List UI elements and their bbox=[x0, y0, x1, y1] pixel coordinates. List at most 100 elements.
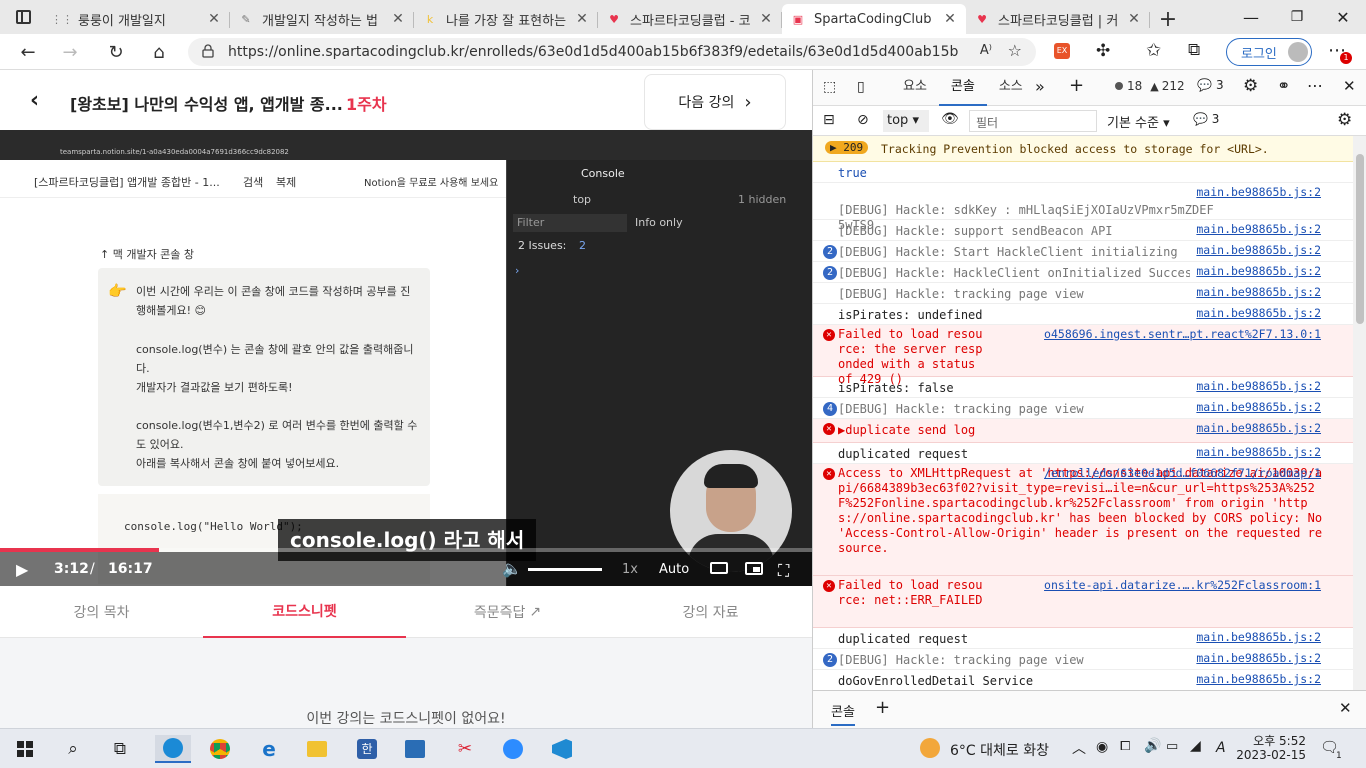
add-tab-icon[interactable]: + bbox=[1069, 75, 1084, 96]
device-icon[interactable]: ▯ bbox=[857, 79, 865, 95]
clock-time[interactable]: 오후 5:52 bbox=[1236, 732, 1306, 749]
pip-icon[interactable] bbox=[745, 562, 763, 575]
drawer-console-tab[interactable]: 콘솔 bbox=[831, 701, 855, 726]
ime-indicator[interactable]: A bbox=[1216, 740, 1226, 756]
console-message[interactable]: ✕ Access to XMLHttpRequest at 'https://on… bbox=[813, 464, 1353, 576]
lecture-tab[interactable]: 강의 자료 bbox=[609, 586, 812, 638]
home-icon[interactable]: ⌂ bbox=[145, 40, 173, 64]
console-message[interactable]: ✕ ▶duplicate send log main.be98865b.js:2 bbox=[813, 419, 1353, 443]
vscode-icon[interactable] bbox=[547, 735, 577, 763]
console-source-link[interactable]: main.be98865b.js:2 bbox=[1196, 445, 1321, 459]
console-source-link[interactable]: onsite-api.datarize.….kr%252Fclassroom:1 bbox=[1044, 578, 1321, 592]
console-message[interactable]: ✕ Failed to load resource: the server res… bbox=[813, 325, 1353, 386]
volume-tray-icon[interactable]: 🔊 bbox=[1144, 738, 1161, 754]
console-message[interactable]: [DEBUG] Hackle: tracking page view main.b… bbox=[813, 283, 1353, 304]
file-explorer-icon[interactable] bbox=[302, 735, 332, 763]
console-source-link[interactable]: o458696.ingest.sentr…pt.react%2F7.13.0:1 bbox=[1044, 327, 1321, 341]
devtools-more-icon[interactable]: ⋯ bbox=[1307, 76, 1323, 95]
favorite-add-icon[interactable]: ☆ bbox=[1008, 41, 1022, 60]
devtools-close-icon[interactable]: ✕ bbox=[1343, 77, 1356, 95]
console-message[interactable]: duplicated request main.be98865b.js:2 bbox=[813, 628, 1353, 649]
more-tabs-icon[interactable]: » bbox=[1035, 77, 1045, 96]
play-icon[interactable]: ▶ bbox=[16, 560, 28, 579]
next-lecture-button[interactable]: 다음 강의 › bbox=[644, 74, 786, 130]
speed-label[interactable]: 1x bbox=[622, 562, 638, 577]
login-button[interactable]: 로그인 bbox=[1226, 38, 1312, 66]
console-source-link[interactable]: main.be98865b.js:2 bbox=[1196, 243, 1321, 257]
browser-tab[interactable]: ✎ 개발일지 작성하는 법 ✕ bbox=[230, 4, 414, 34]
console-message[interactable]: isPirates: false main.be98865b.js:2 bbox=[813, 377, 1353, 398]
console-source-link[interactable]: main.be98865b.js:2 bbox=[1196, 222, 1321, 236]
puzzle-icon[interactable]: ✣ bbox=[1096, 41, 1110, 61]
tab-close-icon[interactable]: ✕ bbox=[206, 11, 222, 27]
new-tab-button[interactable]: + bbox=[1150, 4, 1186, 34]
sidebar-toggle-icon[interactable]: ⊟ bbox=[823, 112, 835, 128]
console-message[interactable]: 2 [DEBUG] Hackle: HackleClient onInitiali… bbox=[813, 262, 1353, 283]
devtools-tab[interactable]: 콘솔 bbox=[938, 70, 987, 106]
issue-counter[interactable]: 18 ▲ 212 bbox=[1115, 79, 1185, 93]
extension-icon[interactable]: EX bbox=[1054, 43, 1070, 59]
settings-gear-icon[interactable]: ⚙ bbox=[1243, 76, 1258, 96]
zoom-icon[interactable] bbox=[498, 735, 528, 763]
devtools-tab[interactable]: 요소 bbox=[891, 70, 939, 106]
task-view-icon[interactable]: ⧉ bbox=[105, 735, 135, 763]
live-expression-icon[interactable]: 👁 bbox=[941, 111, 959, 127]
video-player[interactable]: teamsparta.notion.site/1-a0a430eda0004a7… bbox=[0, 130, 812, 586]
console-source-link[interactable]: main.be98865b.js:2 bbox=[1196, 630, 1321, 644]
favorites-icon[interactable]: ✩ bbox=[1146, 40, 1161, 61]
console-source-link[interactable]: main.be98865b.js:2 bbox=[1196, 672, 1321, 686]
tab-close-icon[interactable]: ✕ bbox=[1126, 11, 1142, 27]
inspect-icon[interactable]: ⬚ bbox=[823, 79, 836, 95]
console-filter-input[interactable]: 필터 bbox=[969, 110, 1097, 132]
minimize-button[interactable]: — bbox=[1228, 0, 1274, 34]
console-source-link[interactable]: main.be98865b.js:2 bbox=[1196, 400, 1321, 414]
console-message[interactable]: 4 [DEBUG] Hackle: tracking page view main.… bbox=[813, 398, 1353, 419]
console-message[interactable]: doGovEnrolledDetail Service main.be98865b… bbox=[813, 670, 1353, 691]
console-source-link[interactable]: main.be98865b.js:2 bbox=[1196, 285, 1321, 299]
console-source-link[interactable]: main.be98865b.js:2 bbox=[1196, 264, 1321, 278]
browser-tab[interactable]: ♥ 스파르타코딩클럽 - 코 ✕ bbox=[598, 4, 782, 34]
lecture-tab[interactable]: 강의 목차 bbox=[0, 586, 203, 638]
tab-close-icon[interactable]: ✕ bbox=[758, 11, 774, 27]
console-message[interactable]: 2 [DEBUG] Hackle: tracking page view main.… bbox=[813, 649, 1353, 670]
collections-icon[interactable]: ⧉ bbox=[1188, 40, 1200, 60]
restore-button[interactable]: ❐ bbox=[1274, 0, 1320, 34]
drawer-add-icon[interactable]: + bbox=[875, 697, 890, 718]
tab-actions-icon[interactable] bbox=[0, 0, 46, 34]
customize-icon[interactable]: ⚭ bbox=[1277, 76, 1290, 95]
search-icon[interactable]: ⌕ bbox=[58, 735, 88, 763]
browser-tab[interactable]: ♥ 스파르타코딩클럽 | 커 ✕ bbox=[966, 4, 1150, 34]
console-message[interactable]: [DEBUG] Hackle: support sendBeacon API ma… bbox=[813, 220, 1353, 241]
tray-chevron-icon[interactable]: ︿ bbox=[1072, 738, 1086, 758]
fullscreen-icon[interactable]: ⛶ bbox=[778, 561, 789, 581]
log-level-select[interactable]: 기본 수준 ▾ bbox=[1107, 112, 1170, 131]
console-source-link[interactable]: /enrolleds/63e0d1d5d…f06682f71/roadmap:1 bbox=[1044, 466, 1321, 480]
context-select[interactable]: top ▾ bbox=[883, 110, 929, 132]
console-message[interactable]: ✕ Failed to load resource: net::ERR_FAILE… bbox=[813, 576, 1353, 628]
tab-close-icon[interactable]: ✕ bbox=[574, 11, 590, 27]
forward-icon[interactable]: → bbox=[56, 40, 84, 64]
quality-label[interactable]: Auto bbox=[659, 562, 689, 577]
lecture-tab[interactable]: 즉문즉답 ↗ bbox=[406, 586, 609, 638]
message-count-badge[interactable]: 💬 3 bbox=[1193, 112, 1219, 126]
console-message[interactable]: isPirates: undefined main.be98865b.js:2 bbox=[813, 304, 1353, 325]
back-arrow-icon[interactable]: ‹ bbox=[30, 88, 39, 113]
back-icon[interactable]: ← bbox=[14, 40, 42, 64]
console-scrollbar[interactable] bbox=[1353, 136, 1366, 690]
tab-close-icon[interactable]: ✕ bbox=[942, 11, 958, 27]
captions-icon[interactable] bbox=[710, 562, 728, 574]
chrome-icon[interactable] bbox=[205, 735, 235, 763]
browser-tab[interactable]: ⋮⋮ 룽룽이 개발일지 ✕ bbox=[46, 4, 230, 34]
ie-icon[interactable]: e bbox=[254, 735, 284, 763]
snipping-icon[interactable]: ✂ bbox=[450, 735, 480, 763]
tab-close-icon[interactable]: ✕ bbox=[390, 11, 406, 27]
console-message[interactable]: duplicated request main.be98865b.js:2 bbox=[813, 443, 1353, 464]
drawer-close-icon[interactable]: ✕ bbox=[1339, 699, 1352, 717]
console-source-link[interactable]: main.be98865b.js:2 bbox=[1196, 306, 1321, 320]
reload-icon[interactable]: ↻ bbox=[102, 40, 130, 64]
clear-console-icon[interactable]: ⊘ bbox=[857, 112, 869, 128]
battery-icon[interactable]: ▭ bbox=[1166, 739, 1178, 754]
console-message[interactable]: true bbox=[813, 162, 1353, 183]
browser-tab[interactable]: ▣ SpartaCodingClub ✕ bbox=[782, 4, 966, 34]
clock-date[interactable]: 2023-02-15 bbox=[1236, 748, 1306, 762]
